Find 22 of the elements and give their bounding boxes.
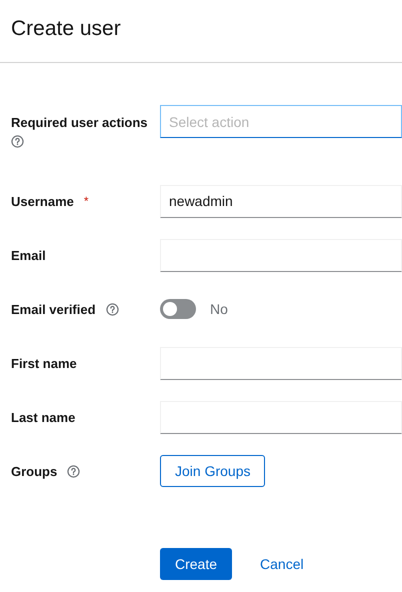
select-field[interactable]: Select action [160,105,402,138]
field-label: First name [11,354,77,372]
create-button[interactable]: Create [160,548,232,580]
field-label: Email verified [11,300,96,318]
field-label: Last name [11,408,76,426]
input-field[interactable] [160,238,402,272]
help-icon[interactable] [11,135,24,148]
field-label: Username [11,192,74,210]
field-label: Groups [11,462,58,480]
toggle-switch[interactable] [160,299,196,319]
join-groups-button[interactable]: Join Groups [160,455,266,487]
toggle-label: No [210,300,228,318]
page-title: Create user [11,16,122,42]
input-field[interactable] [160,400,402,434]
required-mark: * [84,193,89,210]
field-label: Required user actions [11,114,148,131]
help-icon[interactable] [106,302,119,316]
input-field[interactable] [160,346,402,380]
input-field[interactable]: newadmin [160,184,402,218]
field-label: Email [11,246,46,264]
cancel-button[interactable]: Cancel [244,548,320,580]
help-icon[interactable] [67,464,80,478]
